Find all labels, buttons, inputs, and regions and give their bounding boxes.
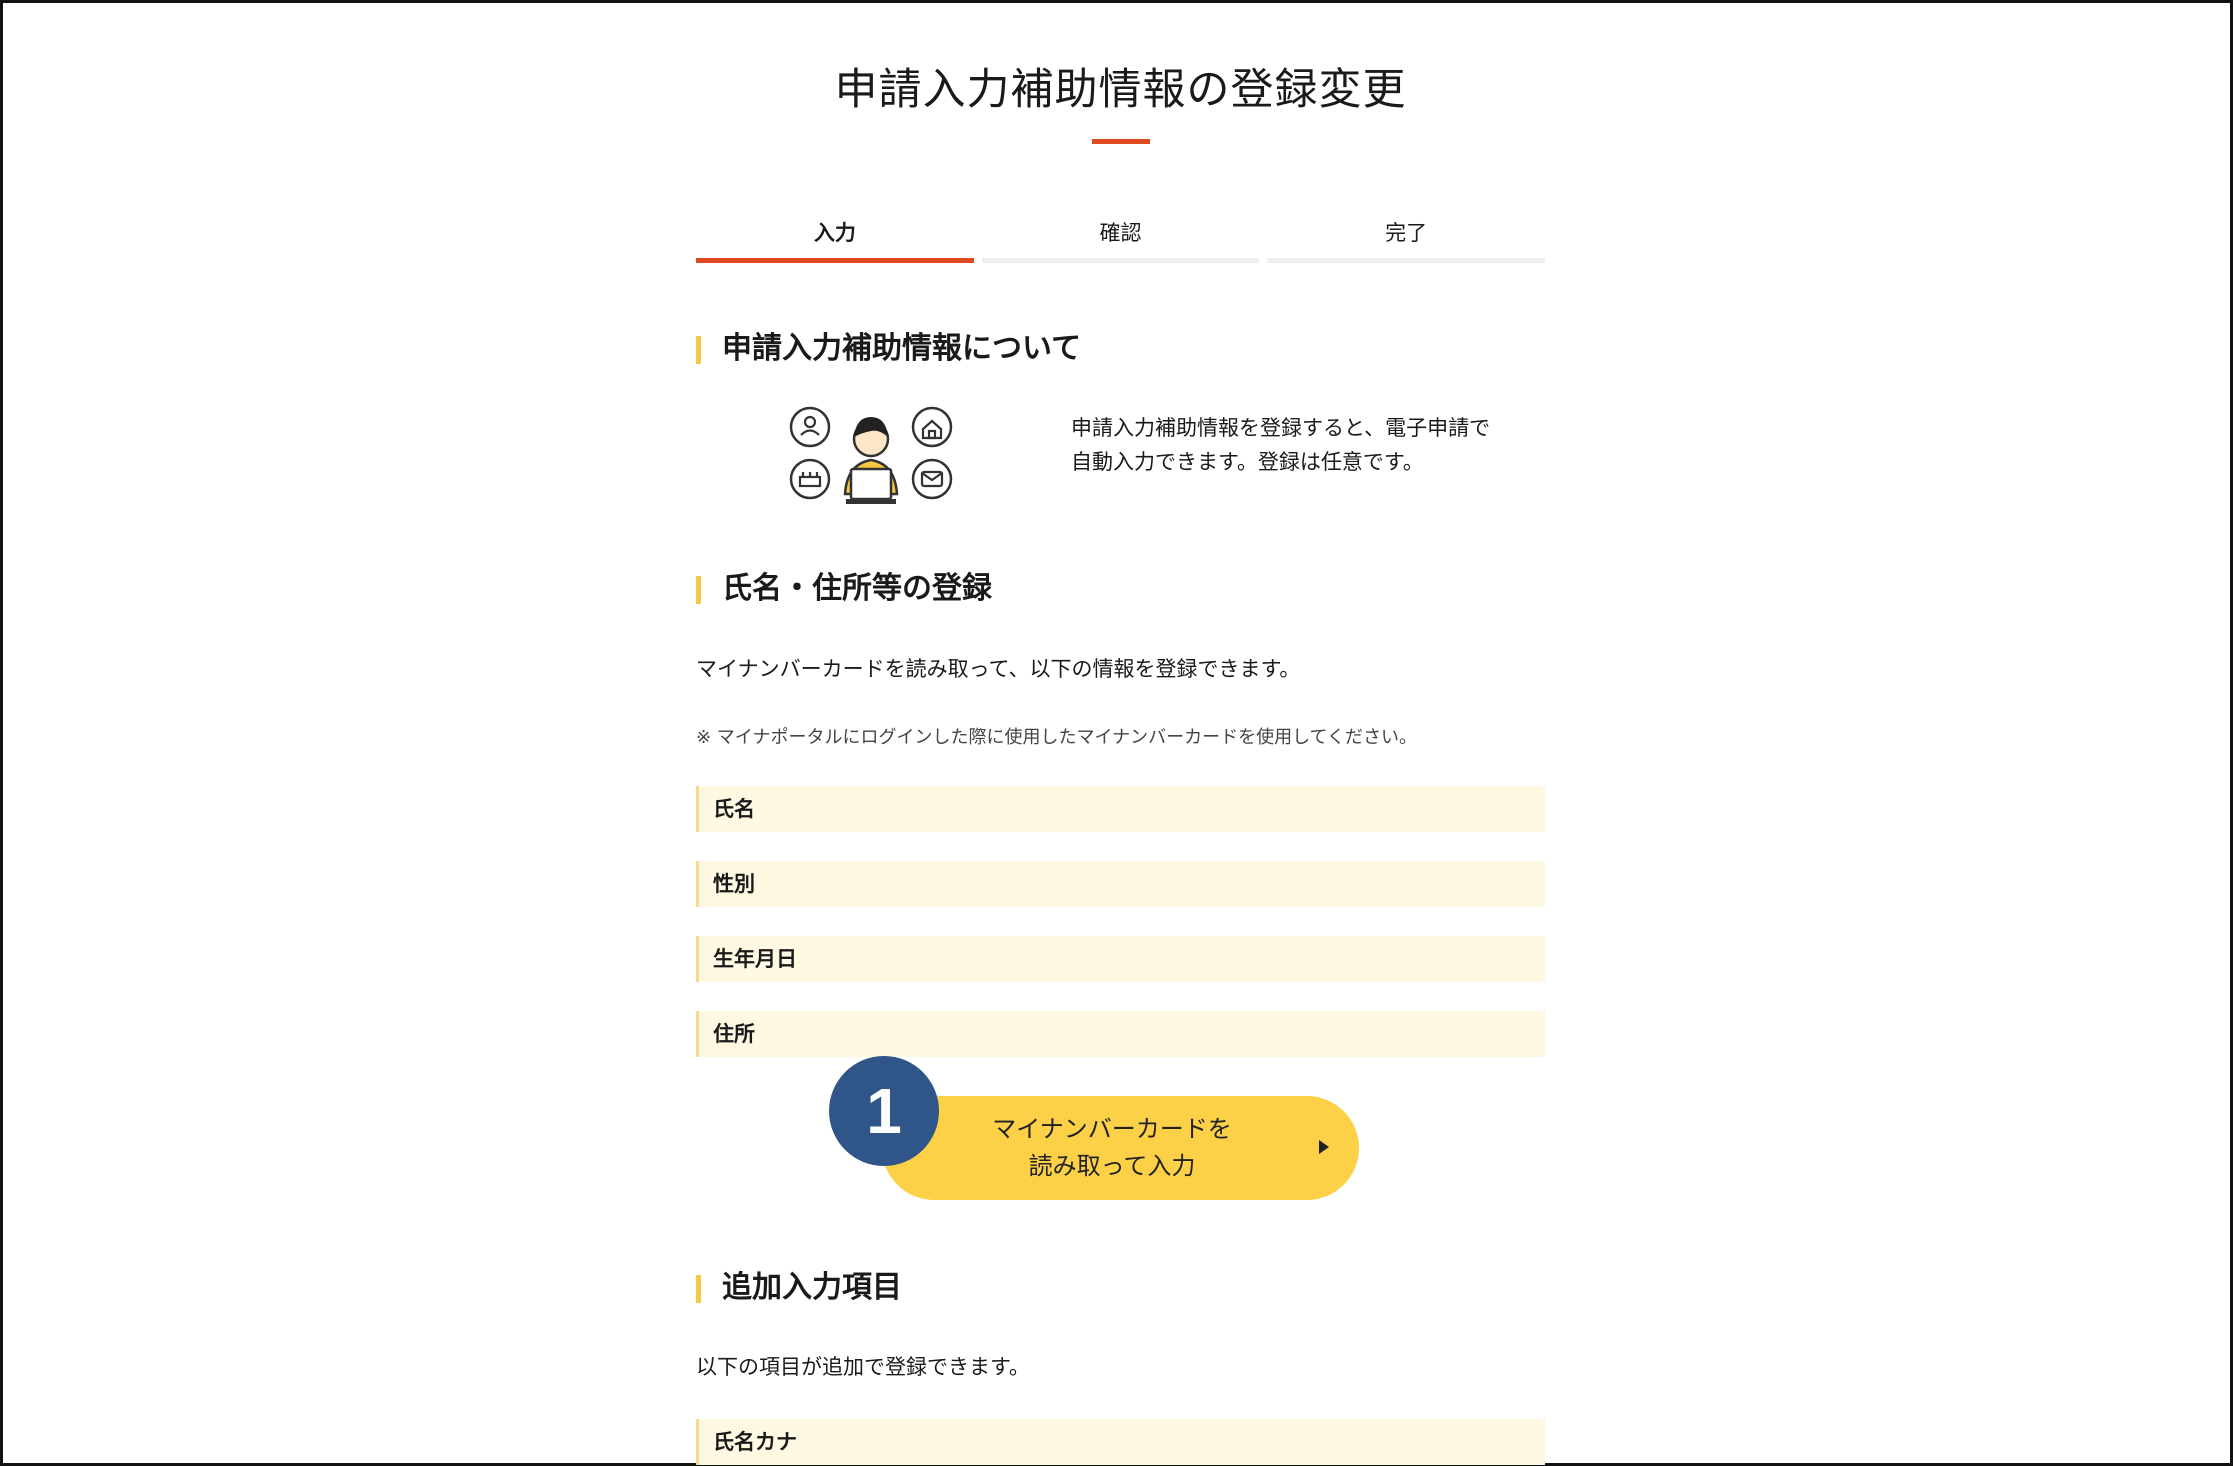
person-with-laptop-icon: [789, 406, 953, 504]
registration-description: マイナンバーカードを読み取って、以下の情報を登録できます。: [696, 657, 1301, 681]
step-complete: 完了: [1267, 203, 1546, 263]
read-button-label-line2: 読み取って入力: [1028, 1152, 1196, 1180]
registration-note: ※ マイナポータルにログインした際に使用したマイナンバーカードを使用してください…: [696, 727, 1417, 748]
step-confirm: 確認: [981, 203, 1260, 263]
step-complete-label: 完了: [1385, 221, 1428, 245]
additional-heading: 追加入力項目: [696, 1269, 1545, 1307]
step-indicator: 入力 確認 完了: [696, 203, 1546, 263]
field-name-kana: 氏名カナ: [696, 1419, 1545, 1465]
step-confirm-label: 確認: [1099, 221, 1142, 245]
read-button-label: マイナンバーカードを 読み取って入力: [942, 1111, 1282, 1185]
additional-description: 以下の項目が追加で登録できます。: [696, 1355, 1030, 1379]
about-heading: 申請入力補助情報について: [696, 330, 1545, 368]
step-confirm-bar: [981, 258, 1260, 263]
field-name: 氏名: [696, 786, 1545, 832]
about-description-line1: 申請入力補助情報を登録すると、電子申請で: [1071, 416, 1491, 440]
page-frame: 申請入力補助情報の登録変更 入力 確認 完了 申請入力補助情報について 申請入力…: [0, 0, 2233, 1466]
read-my-number-card-button[interactable]: マイナンバーカードを 読み取って入力: [882, 1096, 1359, 1200]
step-input-label: 入力: [813, 221, 856, 245]
about-description: 申請入力補助情報を登録すると、電子申請で 自動入力できます。登録は任意です。: [1071, 411, 1541, 479]
page-title: 申請入力補助情報の登録変更: [834, 65, 1407, 115]
read-button-label-line1: マイナンバーカードを: [992, 1115, 1232, 1143]
step-complete-bar: [1267, 258, 1546, 263]
step-input-bar: [696, 258, 974, 263]
step-input: 入力: [696, 203, 974, 263]
triangle-right-icon: [1319, 1140, 1329, 1154]
about-description-line2: 自動入力できます。登録は任意です。: [1071, 450, 1424, 474]
title-underline: [1092, 139, 1150, 144]
field-address: 住所: [696, 1011, 1545, 1057]
callout-number-badge: 1: [829, 1056, 939, 1166]
field-gender: 性別: [696, 861, 1545, 907]
registration-heading: 氏名・住所等の登録: [696, 570, 1545, 608]
field-birthdate: 生年月日: [696, 936, 1545, 982]
